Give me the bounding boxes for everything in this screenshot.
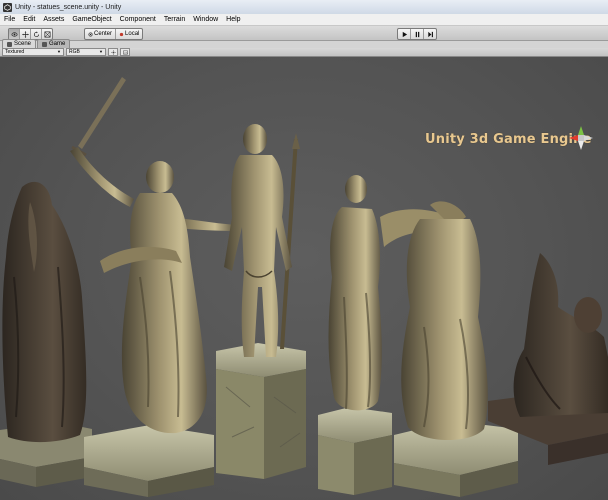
nude-male-spear-statue[interactable]	[216, 124, 306, 479]
scene-viewport[interactable]: Unity 3d Game Engine	[0, 57, 608, 500]
playback-controls	[397, 28, 437, 40]
pause-button[interactable]	[411, 29, 424, 39]
window-title-bar: Unity - statues_scene.unity - Unity	[0, 0, 608, 15]
play-button[interactable]	[398, 29, 411, 39]
pivot-center-icon	[88, 32, 93, 36]
tab-game-label: Game	[49, 41, 66, 47]
pivot-local-icon	[119, 32, 124, 36]
pivot-rotation-toggle[interactable]: Local	[116, 29, 142, 39]
scene-render	[0, 77, 608, 497]
main-toolbar: Center Local	[0, 26, 608, 41]
pivot-mode-toggle[interactable]: Center	[85, 29, 117, 39]
menu-component[interactable]: Component	[116, 14, 160, 25]
pivot-rotation-label: Local	[125, 31, 140, 37]
menu-bar: File Edit Assets GameObject Component Te…	[0, 14, 608, 26]
scale-tool-button[interactable]	[42, 29, 52, 39]
tab-game[interactable]: Game	[37, 39, 71, 48]
scale-icon	[44, 31, 50, 37]
render-mode-value: Textured	[5, 49, 25, 55]
scene-tab-icon	[7, 41, 12, 47]
game-tab-icon	[42, 41, 48, 47]
headless-winged-victory-statue[interactable]	[380, 201, 518, 497]
tab-scene[interactable]: Scene	[2, 39, 37, 48]
chevron-down-icon: ▼	[57, 49, 61, 54]
step-icon	[427, 31, 433, 37]
menu-file[interactable]: File	[0, 14, 19, 25]
hand-icon	[11, 31, 17, 37]
sword-wielding-winged-victory-statue[interactable]	[70, 77, 236, 497]
image-icon	[122, 50, 128, 54]
chevron-down-icon: ▼	[99, 49, 103, 54]
color-mode-dropdown[interactable]: RGB ▼	[66, 48, 106, 56]
menu-assets[interactable]: Assets	[39, 14, 68, 25]
color-mode-value: RGB	[69, 49, 80, 55]
scene-view-control-bar: Textured ▼ RGB ▼	[0, 48, 608, 57]
bearded-robed-statue[interactable]	[0, 181, 92, 487]
unity-logo-icon	[3, 2, 12, 12]
scene-orientation-gizmo[interactable]	[566, 123, 596, 153]
pause-icon	[415, 31, 419, 37]
move-tool-button[interactable]	[20, 29, 31, 39]
view-tabs: Scene Game	[0, 39, 608, 48]
scene-overlay-toggle[interactable]	[120, 48, 130, 56]
pivot-toggles: Center Local	[84, 28, 144, 40]
menu-gameobject[interactable]: GameObject	[68, 14, 115, 25]
menu-help[interactable]: Help	[222, 14, 244, 25]
play-icon	[402, 31, 407, 37]
tab-scene-label: Scene	[14, 41, 32, 47]
window-title: Unity - statues_scene.unity - Unity	[15, 3, 122, 11]
pivot-mode-label: Center	[94, 31, 113, 37]
hand-tool-button[interactable]	[9, 29, 20, 39]
sun-icon	[110, 49, 116, 55]
move-icon	[21, 30, 29, 38]
rotate-icon	[33, 30, 39, 37]
menu-window[interactable]: Window	[189, 14, 222, 25]
scene-lighting-toggle[interactable]	[108, 48, 118, 56]
menu-terrain[interactable]: Terrain	[160, 14, 189, 25]
rotate-tool-button[interactable]	[31, 29, 42, 39]
render-mode-dropdown[interactable]: Textured ▼	[2, 48, 64, 56]
step-button[interactable]	[424, 29, 436, 39]
menu-edit[interactable]: Edit	[19, 14, 39, 25]
